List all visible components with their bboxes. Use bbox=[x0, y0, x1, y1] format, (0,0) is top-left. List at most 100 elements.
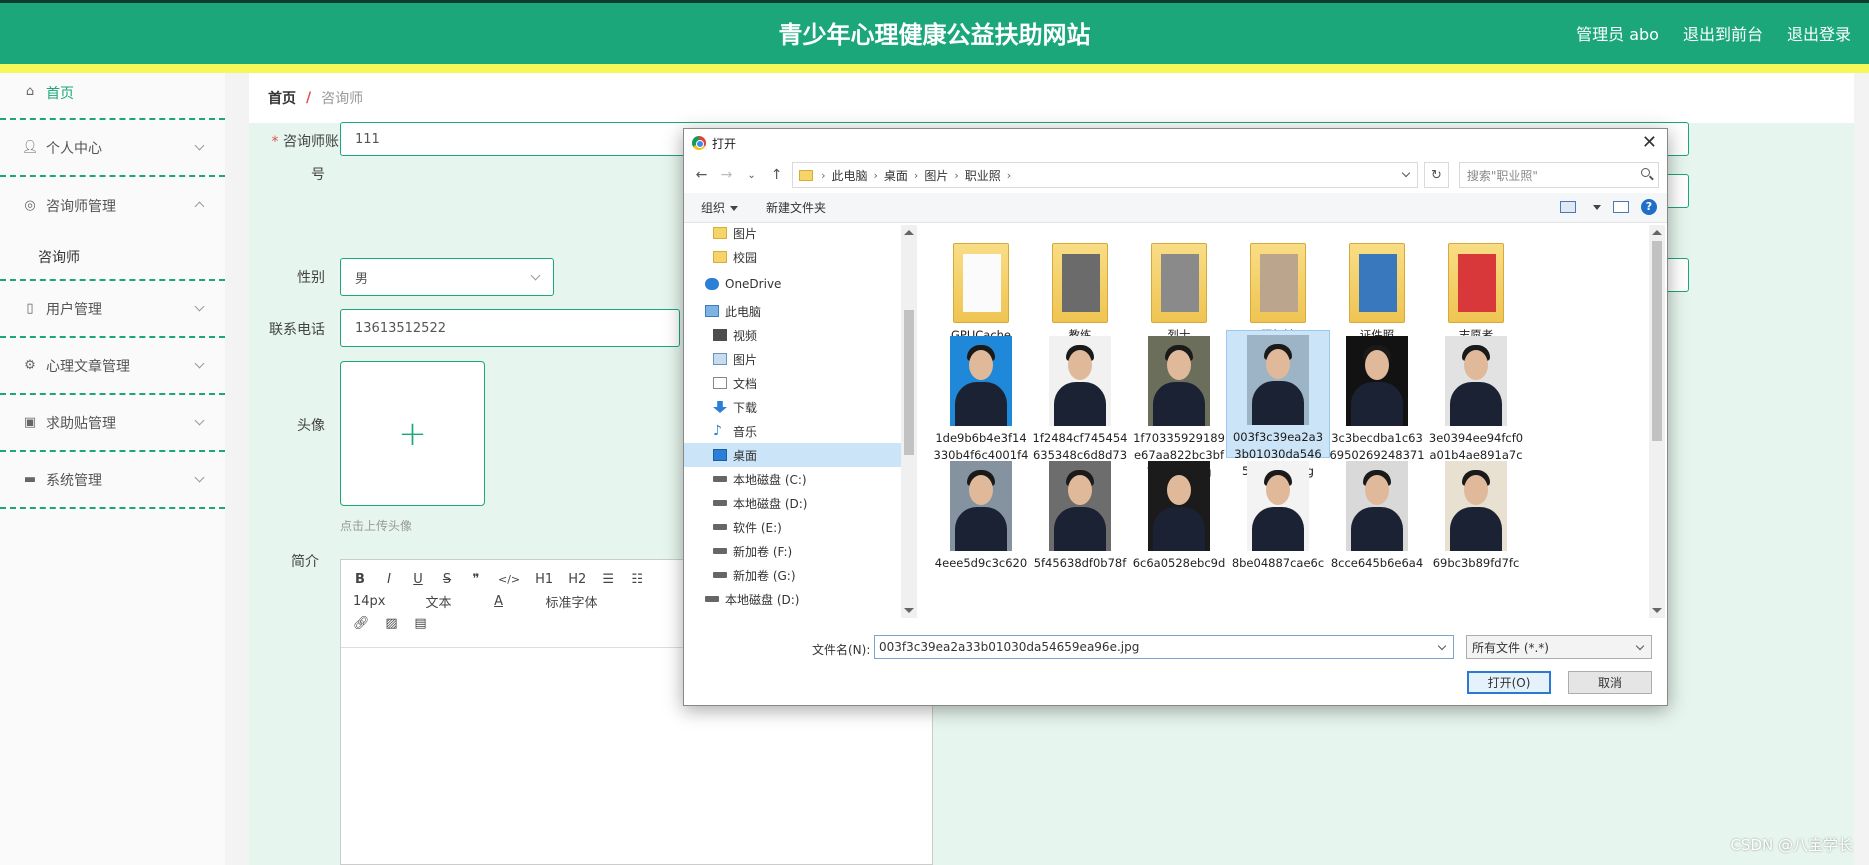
files-scrollbar[interactable] bbox=[1649, 225, 1665, 618]
search-input[interactable]: 搜索"职业照" bbox=[1458, 162, 1659, 188]
sidebar-item-counselor-mgmt[interactable]: ◎ 咨询师管理 bbox=[0, 177, 225, 234]
file-name: 6c6a0528ebc9d bbox=[1132, 556, 1226, 570]
quote-button[interactable]: ❞ bbox=[469, 572, 483, 587]
files-scrollbar-thumb[interactable] bbox=[1652, 241, 1662, 441]
avatar-upload[interactable]: + bbox=[340, 361, 485, 506]
gender-select[interactable]: 男 bbox=[340, 258, 554, 296]
file-item[interactable]: 4eee5d9c3c620 bbox=[929, 457, 1033, 572]
path-crumb[interactable]: 桌面 bbox=[884, 167, 908, 184]
video-icon[interactable]: ▤ bbox=[414, 616, 428, 631]
desk-icon bbox=[713, 449, 727, 461]
preview-pane-icon[interactable] bbox=[1613, 201, 1629, 213]
h2-button[interactable]: H2 bbox=[568, 572, 586, 587]
phone-input[interactable]: 13613512522 bbox=[340, 309, 680, 347]
italic-button[interactable]: I bbox=[382, 572, 396, 587]
logout-link[interactable]: 退出登录 bbox=[1787, 21, 1851, 45]
nav-item[interactable]: 本地磁盘 (D:) bbox=[684, 491, 908, 515]
file-item[interactable]: 8cce645b6e6a4 bbox=[1325, 457, 1429, 572]
bullet-list-button[interactable]: ☷ bbox=[630, 572, 644, 587]
back-arrow-icon[interactable]: ← bbox=[692, 167, 711, 183]
search-icon bbox=[1641, 168, 1650, 177]
chevron-down-icon[interactable] bbox=[1437, 641, 1447, 651]
close-icon[interactable]: ✕ bbox=[1642, 132, 1657, 153]
folder-item[interactable]: 烈士 bbox=[1127, 237, 1231, 344]
nav-item[interactable]: 文档 bbox=[684, 371, 908, 395]
breadcrumb-home[interactable]: 首页 bbox=[268, 88, 296, 108]
nav-item[interactable]: 图片 bbox=[684, 347, 908, 371]
nav-item[interactable]: OneDrive bbox=[684, 272, 908, 296]
strike-button[interactable]: S bbox=[440, 572, 454, 587]
folder-item[interactable]: 证件照 bbox=[1325, 237, 1429, 344]
sidebar-item-help-post-mgmt[interactable]: ▣ 求助贴管理 bbox=[0, 395, 225, 452]
path-crumb[interactable]: 此电脑 bbox=[831, 167, 867, 184]
file-item[interactable]: 003f3c39ea2a33b01030da54659ea96e.jpg bbox=[1226, 330, 1330, 478]
path-crumb[interactable]: 图片 bbox=[924, 167, 948, 184]
filename-input[interactable]: 003f3c39ea2a33b01030da54659ea96e.jpg bbox=[874, 635, 1454, 659]
bold-button[interactable]: B bbox=[353, 572, 367, 587]
organize-button[interactable]: 组织 bbox=[701, 199, 739, 216]
refresh-icon[interactable]: ↻ bbox=[1424, 162, 1449, 188]
link-icon[interactable]: 🔗︎ bbox=[353, 616, 370, 631]
file-item[interactable]: 5f45638df0b78f bbox=[1028, 457, 1132, 572]
sidebar-item-system-mgmt[interactable]: ▬ 系统管理 bbox=[0, 452, 225, 509]
nav-item[interactable]: 新加卷 (F:) bbox=[684, 539, 908, 563]
chevron-down-icon[interactable] bbox=[1401, 168, 1411, 178]
photo-thumbnail bbox=[1247, 335, 1309, 425]
view-dropdown-icon[interactable] bbox=[1588, 200, 1601, 214]
admin-user-link[interactable]: 管理员 abo bbox=[1576, 21, 1659, 45]
nav-item-label: 图片 bbox=[733, 352, 758, 367]
h1-button[interactable]: H1 bbox=[535, 572, 553, 587]
cancel-button[interactable]: 取消 bbox=[1568, 671, 1652, 694]
phone-label: 联系电话 bbox=[269, 322, 325, 338]
address-bar[interactable]: › 此电脑 › 桌面 › 图片 › 职业照 › bbox=[792, 162, 1419, 188]
nav-item-label: 新加卷 (F:) bbox=[733, 544, 793, 559]
sidebar-subitem-counselor[interactable]: 咨询师 bbox=[0, 234, 225, 281]
nav-item[interactable]: 新加卷 (G:) bbox=[684, 563, 908, 587]
sidebar-item-user-mgmt[interactable]: ▯ 用户管理 bbox=[0, 281, 225, 338]
new-folder-button[interactable]: 新建文件夹 bbox=[766, 199, 826, 216]
nav-item[interactable]: 软件 (E:) bbox=[684, 515, 908, 539]
ordered-list-button[interactable]: ☰ bbox=[601, 572, 615, 587]
nav-item[interactable]: 此电脑 bbox=[684, 299, 908, 323]
font-color-button[interactable]: A bbox=[492, 594, 506, 609]
nav-scrollbar[interactable] bbox=[901, 225, 917, 618]
forward-arrow-icon[interactable]: → bbox=[717, 167, 736, 183]
font-family-select[interactable]: 标准字体 bbox=[546, 592, 598, 611]
font-type-select[interactable]: 文本 bbox=[426, 592, 452, 611]
nav-item[interactable]: 桌面 bbox=[684, 443, 908, 467]
nav-item[interactable]: 校园 bbox=[684, 245, 908, 269]
image-icon[interactable]: ▨ bbox=[385, 616, 399, 631]
up-arrow-icon[interactable]: ↑ bbox=[767, 167, 786, 183]
folder-item[interactable]: 照相馆 bbox=[1226, 237, 1330, 344]
recent-dropdown-icon[interactable]: ⌄ bbox=[742, 170, 761, 181]
folder-item[interactable]: GPUCache bbox=[929, 237, 1033, 344]
nav-item[interactable]: ♪ 音乐 bbox=[684, 419, 908, 443]
cloud-icon bbox=[705, 278, 719, 290]
exit-to-frontend-link[interactable]: 退出到前台 bbox=[1683, 21, 1763, 45]
sidebar-item-profile[interactable]: 👤︎ 个人中心 bbox=[0, 120, 225, 177]
nav-item-label: 音乐 bbox=[733, 424, 758, 439]
open-button[interactable]: 打开(O) bbox=[1467, 671, 1551, 694]
help-icon[interactable]: ? bbox=[1641, 199, 1657, 215]
nav-scrollbar-thumb[interactable] bbox=[904, 310, 914, 455]
file-item[interactable]: 69bc3b89fd7fc bbox=[1424, 457, 1528, 572]
code-button[interactable]: </> bbox=[498, 573, 520, 586]
folder-item[interactable]: 教练 bbox=[1028, 237, 1132, 344]
nav-item[interactable]: 图片 bbox=[684, 225, 908, 245]
path-crumb[interactable]: 职业照 bbox=[965, 167, 1001, 184]
sidebar-item-home[interactable]: ⌂ 首页 bbox=[0, 73, 225, 120]
font-size-select[interactable]: 14px bbox=[353, 594, 386, 609]
file-item[interactable]: 6c6a0528ebc9d bbox=[1127, 457, 1231, 572]
compass-icon: ◎ bbox=[24, 198, 36, 213]
nav-item[interactable]: 下载 bbox=[684, 395, 908, 419]
underline-button[interactable]: U bbox=[411, 572, 425, 587]
folder-item[interactable]: 志愿者 bbox=[1424, 237, 1528, 344]
view-mode-icon[interactable] bbox=[1560, 201, 1576, 213]
folder-icon bbox=[713, 251, 727, 263]
filetype-select[interactable]: 所有文件 (*.*) bbox=[1466, 635, 1652, 659]
file-item[interactable]: 8be04887cae6c bbox=[1226, 457, 1330, 572]
nav-item[interactable]: 本地磁盘 (D:) bbox=[684, 587, 908, 611]
nav-item[interactable]: 视频 bbox=[684, 323, 908, 347]
sidebar-item-article-mgmt[interactable]: ⚙ 心理文章管理 bbox=[0, 338, 225, 395]
nav-item[interactable]: 本地磁盘 (C:) bbox=[684, 467, 908, 491]
